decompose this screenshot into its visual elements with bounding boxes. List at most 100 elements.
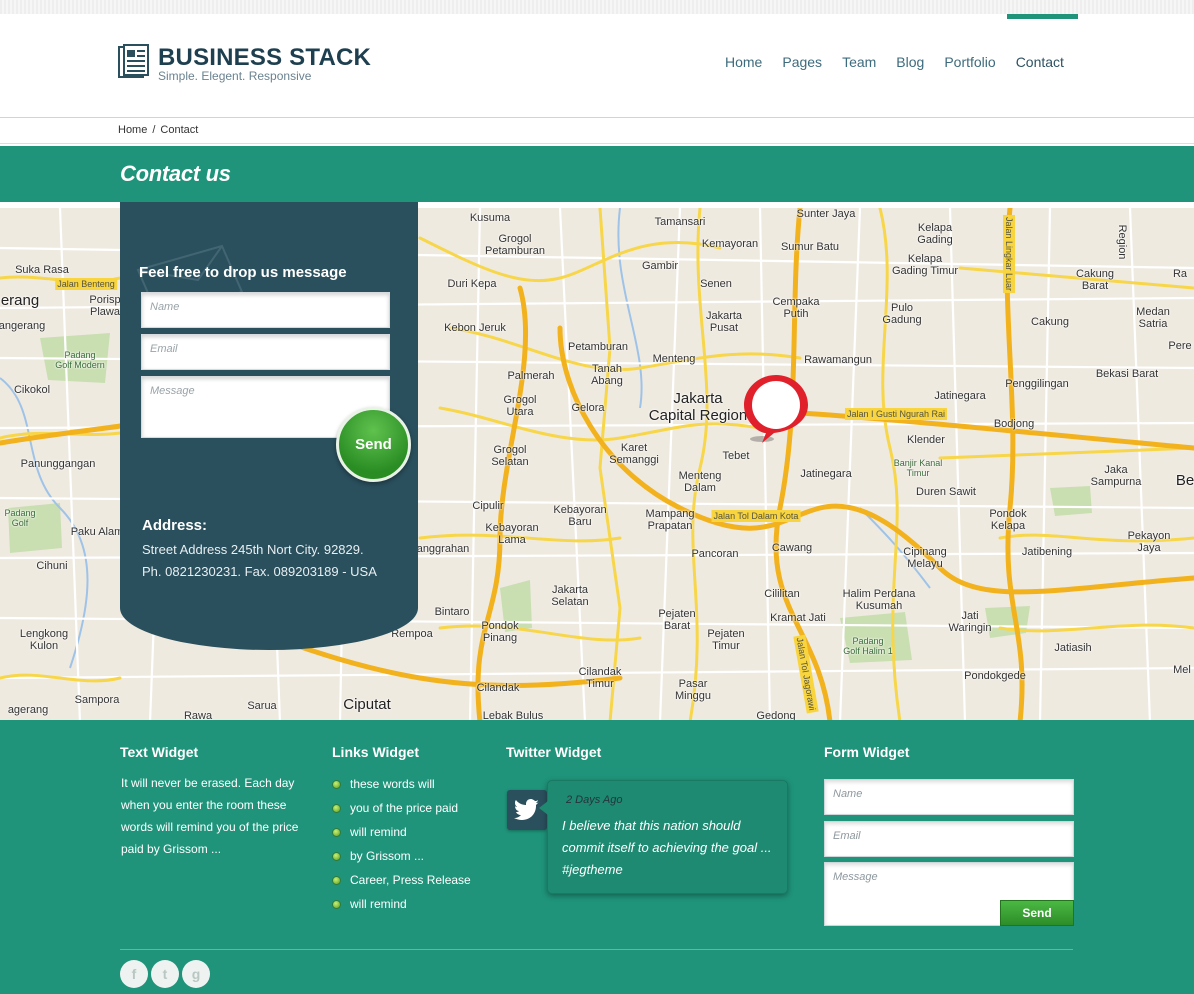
map-label: erang xyxy=(0,292,40,309)
link-item[interactable]: by Grissom ... xyxy=(332,844,471,868)
map-label: Pancoran xyxy=(691,548,739,560)
map-label: Pekayon Jaya xyxy=(1127,530,1171,554)
map-label: Pere xyxy=(1168,340,1192,352)
map-label: Cakung xyxy=(1031,316,1069,328)
tweet-card: 2 Days Ago I believe that this nation sh… xyxy=(539,780,788,894)
nav-home[interactable]: Home xyxy=(715,14,772,118)
map-label: Mampang Prapatan xyxy=(645,508,695,532)
map-label: Pulo Gadung xyxy=(882,302,922,326)
map-label: Cilandak Timur xyxy=(578,666,622,690)
bullet-icon xyxy=(332,875,341,885)
map-label: Mel xyxy=(1173,664,1191,676)
map-label: Medan Satria xyxy=(1136,306,1170,330)
map-label: Pasar Minggu xyxy=(674,678,712,702)
map-label: Cakung Barat xyxy=(1076,268,1114,292)
bullet-icon xyxy=(332,899,341,909)
map-label: Duren Sawit xyxy=(916,486,976,498)
map-label: Cipulir xyxy=(472,500,504,512)
map-label: Ra xyxy=(1172,268,1188,280)
nav-contact[interactable]: Contact xyxy=(1006,14,1079,118)
map-label: Paku Alam xyxy=(70,526,124,538)
map-label: Bekasi Barat xyxy=(1095,368,1159,380)
map-label: Rawa xyxy=(183,710,213,720)
map-label: Pondok Kelapa xyxy=(989,508,1027,532)
map-label: Pondokgede xyxy=(964,670,1026,682)
address-line: Street Address 245th Nort City. 92829. xyxy=(142,542,364,557)
map-label: Grogol Utara xyxy=(503,394,537,418)
map-label: Kemayoran xyxy=(701,238,759,250)
tweet-text[interactable]: I believe that this nation should commit… xyxy=(562,815,776,881)
map-park-label: Padang Golf Modern xyxy=(55,350,105,370)
map-label: Jakarta Selatan xyxy=(551,584,589,608)
link-item[interactable]: will remind xyxy=(332,820,471,844)
map-label: Lebak Bulus xyxy=(482,710,544,720)
footer-send-button[interactable]: Send xyxy=(1000,900,1074,926)
link-label: will remind xyxy=(350,825,407,839)
map-label: Cilandak xyxy=(476,682,520,694)
twitter-bird-icon xyxy=(514,799,539,820)
link-item[interactable]: Career, Press Release xyxy=(332,868,471,892)
map-label: Jati Waringin xyxy=(948,610,992,634)
text-widget-title: Text Widget xyxy=(120,744,199,760)
map-label: Panunggangan xyxy=(20,458,96,470)
twitter-social-icon[interactable]: t xyxy=(151,960,179,988)
nav-pages[interactable]: Pages xyxy=(772,14,832,118)
link-label: you of the price paid xyxy=(350,801,459,815)
divider xyxy=(0,143,1194,144)
map-label: Ciputat xyxy=(343,696,391,713)
link-item[interactable]: these words will xyxy=(332,772,471,796)
map-marker-icon[interactable] xyxy=(740,371,812,451)
map-label: Lengkong Kulon xyxy=(19,628,69,652)
map-park-label: Padang Golf xyxy=(4,508,36,528)
nav-team[interactable]: Team xyxy=(832,14,886,118)
map-park-label: Banjir Kanal Timur xyxy=(893,458,943,478)
map-label: Kebayoran Baru xyxy=(553,504,607,528)
map-label: Tebet xyxy=(722,450,750,462)
send-button[interactable]: Send xyxy=(336,407,411,482)
map-label: Halim Perdana Kusumah xyxy=(842,588,916,612)
contact-panel: Feel free to drop us message Name Email … xyxy=(120,202,418,650)
map-label: Suka Rasa xyxy=(15,264,69,276)
map-label: Klender xyxy=(907,434,945,446)
map-label: Pejaten Timur xyxy=(707,628,745,652)
map-label: Bintaro xyxy=(434,606,470,618)
map-label: Jatibening xyxy=(1021,546,1073,558)
name-field[interactable]: Name xyxy=(141,292,390,328)
map-label: angerang xyxy=(0,320,46,332)
footer-email-field[interactable]: Email xyxy=(824,821,1074,857)
map-label: Petamburan xyxy=(568,341,628,353)
map-label: Gambir xyxy=(641,260,679,272)
map-label: Rawamangun xyxy=(804,354,872,366)
map-label: Gedong xyxy=(756,710,796,720)
footer-name-field[interactable]: Name xyxy=(824,779,1074,815)
facebook-icon[interactable]: f xyxy=(120,960,148,988)
map-label: agerang xyxy=(7,704,49,716)
bullet-icon xyxy=(332,779,341,789)
email-field[interactable]: Email xyxy=(141,334,390,370)
map-road-label: Jalan Benteng xyxy=(55,278,117,290)
link-item[interactable]: will remind xyxy=(332,892,471,916)
tweet-time: 2 Days Ago xyxy=(566,794,623,806)
map-label: Pejaten Barat xyxy=(658,608,696,632)
breadcrumb-current: Contact xyxy=(160,124,199,136)
link-label: will remind xyxy=(350,897,407,911)
map-label: Jatinegara xyxy=(800,468,852,480)
map-label: Sarua xyxy=(247,700,277,712)
breadcrumb-home[interactable]: Home xyxy=(118,124,147,136)
nav-blog[interactable]: Blog xyxy=(886,14,934,118)
map-label: Gelora xyxy=(571,402,605,414)
map-label: Rempoa xyxy=(391,628,433,640)
breadcrumb-separator: / xyxy=(152,124,156,136)
map-label: Kusuma xyxy=(469,212,511,224)
google-plus-icon[interactable]: g xyxy=(182,960,210,988)
map-label: Kebon Jeruk xyxy=(444,322,506,334)
bullet-icon xyxy=(332,827,341,837)
footer-divider xyxy=(120,949,1073,950)
map-label: Menteng xyxy=(652,353,696,365)
map-label: Palmerah xyxy=(507,370,555,382)
map-label: Karet Semanggi xyxy=(609,442,659,466)
nav-portfolio[interactable]: Portfolio xyxy=(934,14,1005,118)
map-park-label: Padang Golf Halim 1 xyxy=(843,636,893,656)
logo[interactable]: BUSINESS STACK Simple. Elegent. Responsi… xyxy=(118,44,371,82)
link-item[interactable]: you of the price paid xyxy=(332,796,471,820)
